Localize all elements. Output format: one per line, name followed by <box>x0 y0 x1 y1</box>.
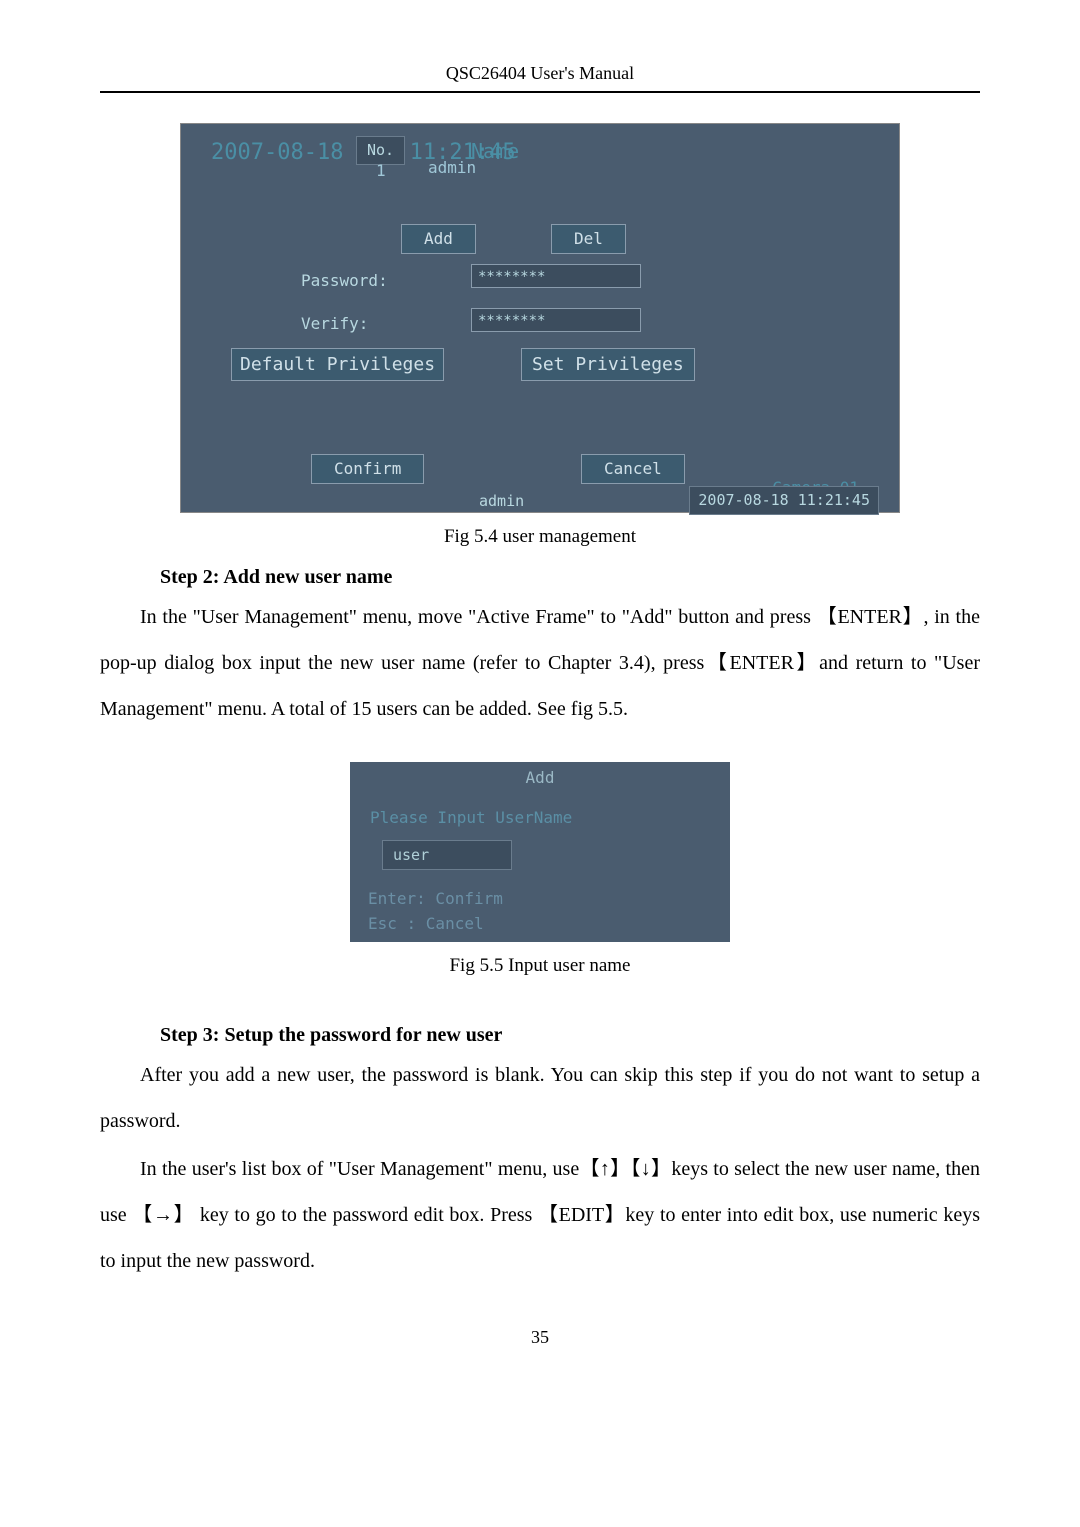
verify-input[interactable]: ******** <box>471 308 641 332</box>
cancel-button[interactable]: Cancel <box>581 454 685 484</box>
del-button[interactable]: Del <box>551 224 626 254</box>
user-admin-label: admin <box>428 156 476 180</box>
enter-hint: Enter: Confirm <box>368 887 503 911</box>
step3-paragraph2: In the user's list box of "User Manageme… <box>100 1146 980 1284</box>
esc-hint: Esc : Cancel <box>368 912 484 936</box>
password-label: Password: <box>301 269 388 293</box>
set-privileges-button[interactable]: Set Privileges <box>521 348 695 381</box>
user-number: 1 <box>376 159 386 183</box>
fig-5-4-caption: Fig 5.4 user management <box>100 523 980 552</box>
add-button[interactable]: Add <box>401 224 476 254</box>
step2-paragraph: In the "User Management" menu, move "Act… <box>100 594 980 732</box>
page-header: QSC26404 User's Manual <box>100 60 980 87</box>
confirm-button[interactable]: Confirm <box>311 454 424 484</box>
input-username-screenshot: Add Please Input UserName user Enter: Co… <box>350 762 730 942</box>
name-label: Name <box>471 136 519 166</box>
add-dialog-title: Add <box>350 766 730 790</box>
header-divider <box>100 91 980 93</box>
fig-5-5-caption: Fig 5.5 Input user name <box>100 952 980 981</box>
bottom-datetime: 2007-08-18 11:21:45 <box>689 486 879 515</box>
bottom-admin-label: admin <box>479 490 524 513</box>
verify-label: Verify: <box>301 312 368 336</box>
please-input-label: Please Input UserName <box>370 806 572 830</box>
page-number: 35 <box>100 1324 980 1351</box>
step3-heading: Step 3: Setup the password for new user <box>160 1020 980 1050</box>
password-input[interactable]: ******** <box>471 264 641 288</box>
username-input[interactable]: user <box>382 840 512 871</box>
default-privileges-button[interactable]: Default Privileges <box>231 348 444 381</box>
step2-heading: Step 2: Add new user name <box>160 562 980 592</box>
user-management-screenshot: 2007-08-18 Sat 11:21:45 No. Name 1 admin… <box>180 123 900 513</box>
step3-paragraph1: After you add a new user, the password i… <box>100 1052 980 1144</box>
